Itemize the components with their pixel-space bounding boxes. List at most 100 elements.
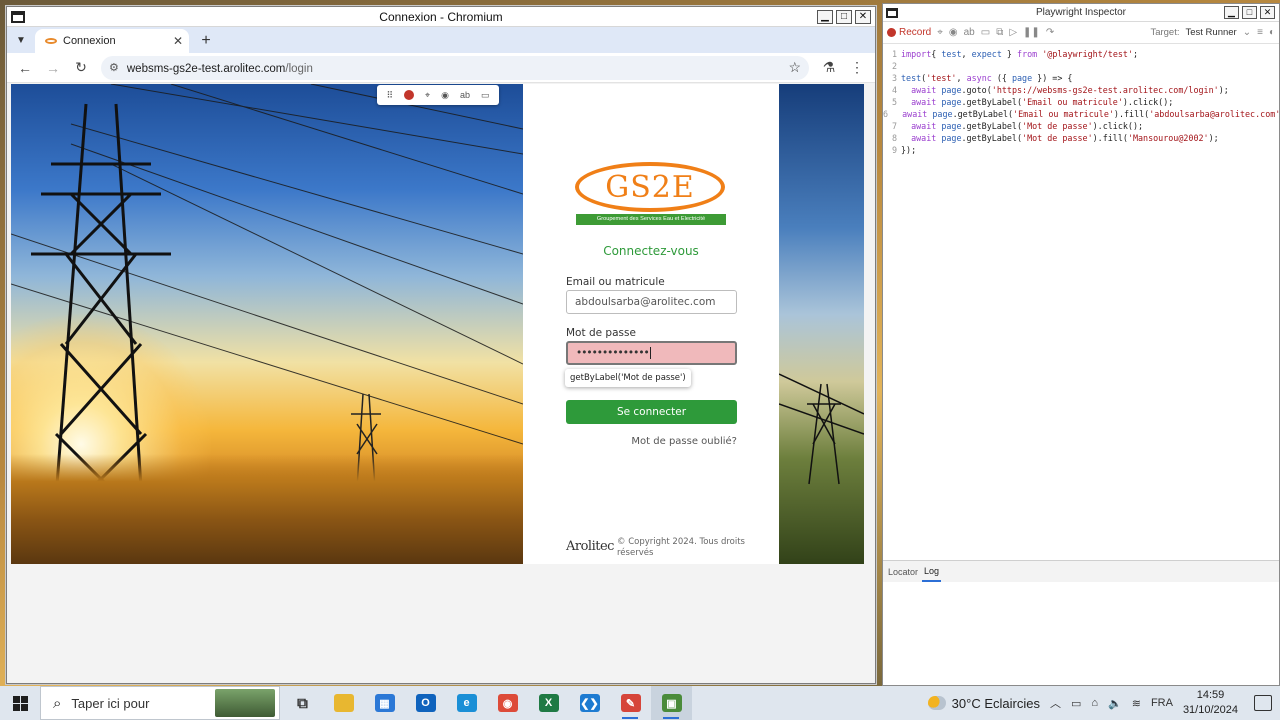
- new-tab-button[interactable]: +: [195, 30, 217, 52]
- window-app-icon: [11, 10, 25, 23]
- network-icon[interactable]: ⌂: [1091, 697, 1098, 709]
- record-button[interactable]: Record: [899, 27, 931, 38]
- playwright-taskbar-button[interactable]: ✎: [610, 686, 651, 720]
- chevron-down-icon[interactable]: ⌄: [1243, 27, 1251, 38]
- clock[interactable]: 14:59 31/10/2024: [1183, 688, 1238, 718]
- line-number: 3: [891, 73, 897, 83]
- maximize-button[interactable]: □: [836, 9, 852, 24]
- assert-value-icon[interactable]: ▭: [481, 90, 490, 101]
- close-window-button[interactable]: ✕: [855, 9, 871, 24]
- tab-close-icon[interactable]: ✕: [173, 34, 183, 48]
- back-arrow-icon[interactable]: ←: [13, 56, 37, 80]
- target-label: Target:: [1150, 27, 1180, 38]
- line-number: 1: [891, 49, 897, 59]
- password-field[interactable]: ••••••••••••••: [566, 341, 737, 365]
- volume-icon[interactable]: 🔈: [1108, 697, 1122, 710]
- system-tray: 30°C Eclaircies ︿ ▭ ⌂ 🔈 ≋ FRA 14:59 31/1…: [927, 688, 1280, 718]
- menu-kebab-icon[interactable]: ⋮: [845, 56, 869, 80]
- page-viewport: ⠿ ⌖ ◉ ab ▭ GS2E Groupement des Services …: [11, 84, 864, 564]
- edge-taskbar-button[interactable]: e: [446, 686, 487, 720]
- inspector-app-icon: [886, 7, 898, 18]
- hero-image-right: [779, 84, 864, 564]
- inspector-minimize-button[interactable]: ▁: [1224, 6, 1239, 19]
- weather-icon: [927, 696, 946, 710]
- code-text: test('test', async ({ page }) => {: [901, 73, 1073, 83]
- line-number: 9: [891, 145, 897, 155]
- email-field[interactable]: abdoulsarba@arolitec.com: [566, 290, 737, 314]
- favicon-icon: [45, 38, 57, 44]
- tab-log[interactable]: Log: [922, 562, 942, 582]
- task-view-taskbar-button[interactable]: ⧉: [282, 686, 323, 720]
- pick-locator-icon[interactable]: ⌖: [937, 27, 943, 38]
- pick-locator-icon[interactable]: ⌖: [425, 90, 430, 101]
- site-info-icon[interactable]: ⚙: [109, 61, 119, 74]
- login-panel: GS2E Groupement des Services Eau et Elec…: [523, 84, 779, 564]
- tab-connexion[interactable]: Connexion ✕: [35, 29, 189, 53]
- wifi-icon[interactable]: ≋: [1132, 697, 1141, 710]
- start-button[interactable]: [0, 686, 40, 720]
- record-dot-icon[interactable]: [887, 28, 896, 37]
- window-titlebar[interactable]: Connexion - Chromium ▁ □ ✕: [7, 7, 875, 27]
- forgot-password-link[interactable]: Mot de passe oublié?: [631, 436, 737, 447]
- inspector-title: Playwright Inspector: [1035, 7, 1127, 18]
- forward-arrow-icon[interactable]: →: [41, 56, 65, 80]
- hero-image-power-lines: [11, 84, 523, 564]
- target-select[interactable]: Test Runner: [1185, 27, 1236, 38]
- assert-text-icon[interactable]: ab: [964, 27, 975, 38]
- minimize-button[interactable]: ▁: [817, 9, 833, 24]
- code-line: 6 await page.getByLabel('Email ou matric…: [883, 108, 1279, 120]
- microsoft-store-taskbar-button[interactable]: ▦: [364, 686, 405, 720]
- assert-visibility-icon[interactable]: ◉: [949, 27, 958, 38]
- chromium-playwright-taskbar-button[interactable]: ▣: [651, 686, 692, 720]
- tab-locator[interactable]: Locator: [886, 563, 920, 581]
- inspector-maximize-button[interactable]: □: [1242, 6, 1257, 19]
- weather-widget[interactable]: 30°C Eclaircies: [927, 696, 1040, 711]
- record-icon[interactable]: [404, 90, 415, 100]
- playwright-inspector-window: Playwright Inspector ▁ □ ✕ Record ⌖ ◉ ab…: [882, 3, 1280, 686]
- tab-search-icon[interactable]: ▼: [11, 30, 31, 50]
- search-icon: ⌕: [53, 694, 62, 712]
- playwright-icon: ✎: [620, 694, 641, 712]
- language-indicator[interactable]: FRA: [1151, 697, 1173, 709]
- excel-icon: X: [538, 694, 559, 712]
- notification-icon[interactable]: [1254, 695, 1272, 711]
- address-bar[interactable]: ⚙ websms-gs2e-test.arolitec.com/login ☆: [101, 55, 809, 80]
- file-explorer-taskbar-button[interactable]: [323, 686, 364, 720]
- drag-handle-icon[interactable]: ⠿: [386, 90, 393, 101]
- assert-text-icon[interactable]: ab: [460, 90, 470, 100]
- taskbar-search[interactable]: ⌕ Taper ici pour: [40, 686, 280, 720]
- code-line: 8 await page.getByLabel('Mot de passe').…: [883, 132, 1279, 144]
- assert-value-icon[interactable]: ▭: [981, 27, 990, 38]
- excel-taskbar-button[interactable]: X: [528, 686, 569, 720]
- reload-icon[interactable]: ↻: [69, 56, 93, 80]
- flask-icon[interactable]: ⚗: [817, 56, 841, 80]
- theme-toggle-icon[interactable]: ◐: [1269, 27, 1275, 38]
- login-button[interactable]: Se connecter: [566, 400, 737, 424]
- clock-time: 14:59: [1196, 689, 1225, 701]
- inspector-close-button[interactable]: ✕: [1260, 6, 1275, 19]
- copy-icon[interactable]: ⧉: [996, 27, 1003, 38]
- vscode-icon: ❮❯: [579, 694, 600, 712]
- code-line: 4 await page.goto('https://websms-gs2e-t…: [883, 84, 1279, 96]
- chevron-up-icon[interactable]: ︿: [1050, 695, 1061, 711]
- assert-visibility-icon[interactable]: ◉: [441, 90, 449, 101]
- step-over-icon[interactable]: ↷: [1046, 27, 1054, 38]
- vscode-taskbar-button[interactable]: ❮❯: [569, 686, 610, 720]
- inspector-toolbar: Record ⌖ ◉ ab ▭ ⧉ ▷ ❚❚ ↷ Target: Test Ru…: [883, 22, 1279, 44]
- hamburger-menu-icon[interactable]: ≡: [1257, 27, 1263, 38]
- inspector-titlebar[interactable]: Playwright Inspector ▁ □ ✕: [883, 4, 1279, 22]
- line-number: 7: [891, 121, 897, 131]
- battery-icon[interactable]: ▭: [1071, 697, 1081, 710]
- code-text: await page.getByLabel('Mot de passe').fi…: [901, 133, 1219, 143]
- chrome-taskbar-button[interactable]: ◉: [487, 686, 528, 720]
- pause-icon[interactable]: ❚❚: [1023, 27, 1040, 38]
- outlook-taskbar-button[interactable]: O: [405, 686, 446, 720]
- logo-tagline: Groupement des Services Eau et Electrici…: [576, 214, 726, 225]
- code-line: 7 await page.getByLabel('Mot de passe').…: [883, 120, 1279, 132]
- outlook-icon: O: [415, 694, 436, 712]
- bookmark-star-icon[interactable]: ☆: [788, 59, 801, 76]
- microsoft-store-icon: ▦: [374, 694, 395, 712]
- code-text: });: [901, 145, 917, 155]
- code-editor[interactable]: 1 import{ test, expect } from '@playwrigh…: [883, 44, 1279, 560]
- resume-icon[interactable]: ▷: [1009, 27, 1017, 38]
